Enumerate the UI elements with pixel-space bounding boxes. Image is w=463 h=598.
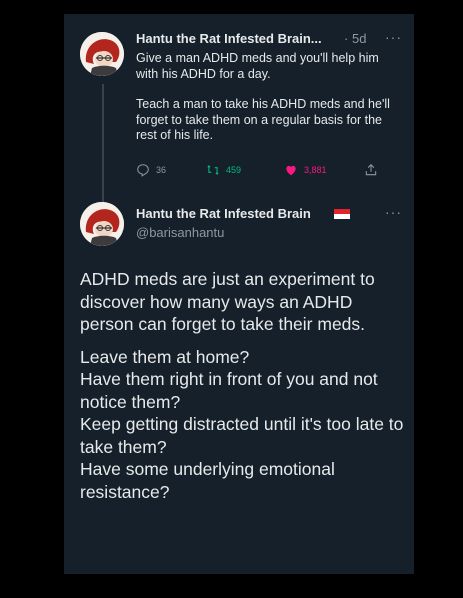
more-icon[interactable]: ··· <box>385 204 402 220</box>
tweet-paragraph: ADHD meds are just an experiment to disc… <box>80 269 375 334</box>
time-value: 5d <box>351 31 367 46</box>
tweet-card: Hantu the Rat Infested Brain... · 5d ···… <box>64 14 414 574</box>
heart-icon <box>286 165 296 176</box>
reply-button[interactable]: 36 <box>136 163 166 177</box>
share-button[interactable] <box>364 163 378 177</box>
tweet-timestamp[interactable]: · 5d <box>344 31 366 46</box>
time-separator: · <box>344 31 349 46</box>
share-icon <box>365 164 377 176</box>
retweet-icon <box>207 165 219 175</box>
author-name[interactable]: Hantu the Rat Infested Brain... <box>136 31 322 46</box>
tweet-paragraph: Give a man ADHD meds and you'll help him… <box>136 51 379 81</box>
author-handle[interactable]: @barisanhantu <box>136 225 224 240</box>
retweet-count: 459 <box>226 165 242 175</box>
tweet-text: ADHD meds are just an experiment to disc… <box>80 268 405 513</box>
reply-count: 36 <box>156 165 167 175</box>
author-avatar[interactable] <box>80 32 124 76</box>
like-button[interactable]: 3,881 <box>284 163 327 177</box>
author-name[interactable]: Hantu the Rat Infested Brain <box>136 206 311 221</box>
reply-icon <box>137 164 149 177</box>
tweet-paragraph: Teach a man to take his ADHD meds and he… <box>136 97 390 142</box>
indonesia-flag-icon <box>334 209 350 219</box>
like-count: 3,881 <box>304 165 327 175</box>
tweet-text: Give a man ADHD meds and you'll help him… <box>136 51 401 159</box>
tweet-paragraph: Leave them at home? Have them right in f… <box>80 346 404 502</box>
more-icon[interactable]: ··· <box>385 29 402 45</box>
author-avatar[interactable] <box>80 202 124 246</box>
tweet-actions: 36 459 3,881 <box>136 163 406 181</box>
retweet-button[interactable]: 459 <box>206 163 241 177</box>
thread-line <box>102 84 104 212</box>
